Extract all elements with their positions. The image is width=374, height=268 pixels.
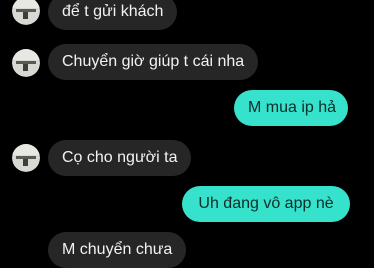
message-bubble-incoming[interactable]: Cọ cho người ta [48,140,192,176]
message-bubble-incoming[interactable]: Chuyển giờ giúp t cái nha [48,44,259,80]
message-bubble-outgoing[interactable]: Uh đang vô app nè [182,186,350,222]
contact-avatar-icon[interactable] [12,144,40,172]
message-bubble-outgoing[interactable]: M mua ip hả [234,90,348,126]
contact-avatar-icon[interactable] [12,49,40,77]
message-bubble-incoming[interactable]: M chuyển chưa [48,232,187,268]
message-bubble-incoming[interactable]: để t gửi khách [48,0,178,30]
chat-thread: để t gửi khách Chuyển giờ giúp t cái nha… [0,0,374,268]
contact-avatar-icon[interactable] [12,0,40,25]
